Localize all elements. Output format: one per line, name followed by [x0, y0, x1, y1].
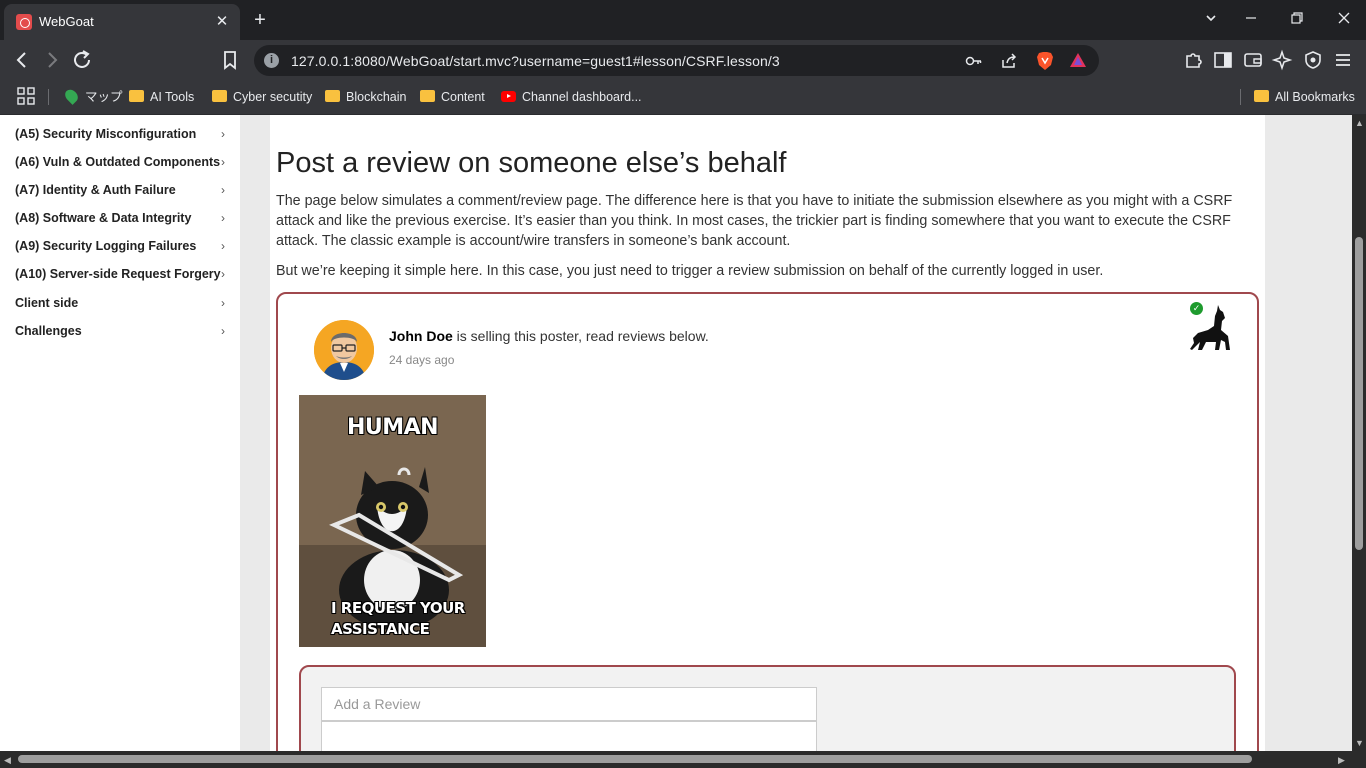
review-input[interactable]: Add a Review: [321, 687, 817, 721]
site-info-icon[interactable]: i: [264, 53, 279, 68]
bookmark-cyber-security[interactable]: Cyber secutity: [212, 88, 312, 106]
scroll-right-icon[interactable]: ▶: [1338, 755, 1345, 765]
meme-bottom-text: I REQUEST YOUR ASSISTANCE: [331, 599, 465, 638]
vertical-scrollbar[interactable]: ▲ ▼: [1352, 115, 1366, 751]
tab-close-icon[interactable]: ✕: [212, 12, 232, 32]
maps-pin-icon: [62, 87, 81, 105]
address-bar[interactable]: i 127.0.0.1:8080/WebGoat/start.mvc?usern…: [254, 45, 1099, 76]
chevron-right-icon: ›: [221, 324, 225, 338]
tab-strip: WebGoat ✕ +: [0, 0, 1366, 40]
vertical-scrollbar-thumb[interactable]: [1355, 237, 1363, 550]
scroll-left-icon[interactable]: ◀: [4, 755, 11, 765]
bookmark-content[interactable]: Content: [420, 88, 485, 106]
chevron-right-icon: ›: [221, 267, 225, 281]
page-viewport: (A5) Security Misconfiguration › (A6) Vul…: [0, 115, 1352, 751]
sidebar-item-a10[interactable]: (A10) Server-side Request Forgery ›: [15, 264, 230, 284]
tab-webgoat[interactable]: WebGoat ✕: [4, 4, 240, 40]
bookmark-blockchain[interactable]: Blockchain: [325, 88, 406, 106]
attack-frame: John Doe is selling this poster, read re…: [276, 292, 1259, 751]
page-title: Post a review on someone else’s behalf: [276, 147, 787, 179]
sidebar-item-challenges[interactable]: Challenges ›: [15, 321, 230, 341]
menu-icon[interactable]: [1331, 48, 1355, 72]
lesson-content: Post a review on someone else’s behalf T…: [270, 115, 1265, 751]
folder-icon: [1254, 90, 1269, 102]
bookmark-icon[interactable]: [218, 48, 242, 72]
review-form: Add a Review: [299, 665, 1236, 751]
url-text[interactable]: 127.0.0.1:8080/WebGoat/start.mvc?usernam…: [291, 53, 780, 69]
back-icon[interactable]: [10, 48, 34, 72]
scroll-down-icon[interactable]: ▼: [1355, 738, 1364, 748]
close-window-button[interactable]: [1332, 8, 1356, 32]
meme-top-text: HUMAN: [346, 415, 439, 440]
vpn-icon[interactable]: [1301, 48, 1325, 72]
bookmarks-divider: [1240, 89, 1241, 105]
scroll-up-icon[interactable]: ▲: [1355, 118, 1364, 128]
chevron-right-icon: ›: [221, 183, 225, 197]
all-bookmarks[interactable]: All Bookmarks: [1254, 88, 1355, 106]
lesson-paragraph-2: But we’re keeping it simple here. In thi…: [276, 263, 1104, 279]
forward-icon[interactable]: [40, 48, 64, 72]
poster-image: HUMAN I REQUEST YOUR ASSISTANCE: [299, 395, 486, 647]
horizontal-scrollbar[interactable]: ◀ ▶: [0, 751, 1366, 768]
wallet-icon[interactable]: [1241, 48, 1265, 72]
chevron-right-icon: ›: [221, 127, 225, 141]
leo-ai-icon[interactable]: [1271, 48, 1295, 72]
bookmark-maps[interactable]: マップ: [62, 87, 123, 106]
password-key-icon[interactable]: [964, 51, 984, 76]
chevron-right-icon: ›: [221, 296, 225, 310]
brave-shields-icon[interactable]: [1035, 50, 1055, 76]
sidebar-item-a7[interactable]: (A7) Identity & Auth Failure ›: [15, 180, 230, 200]
tab-title: WebGoat: [39, 14, 94, 29]
bookmark-ai-tools[interactable]: AI Tools: [129, 88, 194, 106]
lesson-sidebar: (A5) Security Misconfiguration › (A6) Vul…: [0, 115, 240, 751]
bookmarks-divider: [48, 89, 49, 105]
reload-icon[interactable]: [70, 48, 94, 72]
chevron-right-icon: ›: [221, 239, 225, 253]
sidebar-item-a6[interactable]: (A6) Vuln & Outdated Components ›: [15, 152, 230, 172]
post-card: John Doe is selling this poster, read re…: [298, 298, 1238, 751]
poster-name: John Doe: [389, 328, 453, 344]
bookmarks-bar: マップ AI Tools Cyber secutity Blockchain C…: [0, 80, 1366, 115]
bookmark-channel-dashboard[interactable]: Channel dashboard...: [501, 88, 642, 106]
sidebar-item-a9[interactable]: (A9) Security Logging Failures ›: [15, 236, 230, 256]
lesson-paragraph-1: The page below simulates a comment/revie…: [276, 193, 1233, 249]
youtube-icon: [501, 91, 516, 102]
sidebar-toggle-icon[interactable]: [1211, 48, 1235, 72]
tab-search-chevron-icon[interactable]: [1199, 8, 1223, 32]
avatar: [314, 320, 374, 380]
minimize-button[interactable]: [1239, 8, 1263, 32]
folder-icon: [325, 90, 340, 102]
new-tab-button[interactable]: +: [248, 8, 272, 32]
folder-icon: [129, 90, 144, 102]
share-icon[interactable]: [999, 51, 1019, 76]
brave-rewards-icon[interactable]: [1069, 51, 1087, 74]
poster-line: John Doe is selling this poster, read re…: [389, 328, 709, 344]
sidebar-item-a5[interactable]: (A5) Security Misconfiguration ›: [15, 124, 230, 144]
review-textarea[interactable]: [321, 721, 817, 751]
success-check-icon: ✓: [1190, 302, 1203, 315]
sidebar-item-client-side[interactable]: Client side ›: [15, 293, 230, 313]
webgoat-favicon-icon: [16, 14, 32, 30]
extensions-icon[interactable]: [1181, 48, 1205, 72]
chevron-right-icon: ›: [221, 155, 225, 169]
post-timestamp: 24 days ago: [389, 353, 455, 367]
poster-text: is selling this poster, read reviews bel…: [452, 328, 709, 344]
sidebar-item-a8[interactable]: (A8) Software & Data Integrity ›: [15, 208, 230, 228]
horizontal-scrollbar-thumb[interactable]: [18, 755, 1252, 763]
restore-button[interactable]: [1285, 8, 1309, 32]
chevron-right-icon: ›: [221, 211, 225, 225]
apps-grid-icon[interactable]: [17, 87, 35, 110]
folder-icon: [420, 90, 435, 102]
folder-icon: [212, 90, 227, 102]
